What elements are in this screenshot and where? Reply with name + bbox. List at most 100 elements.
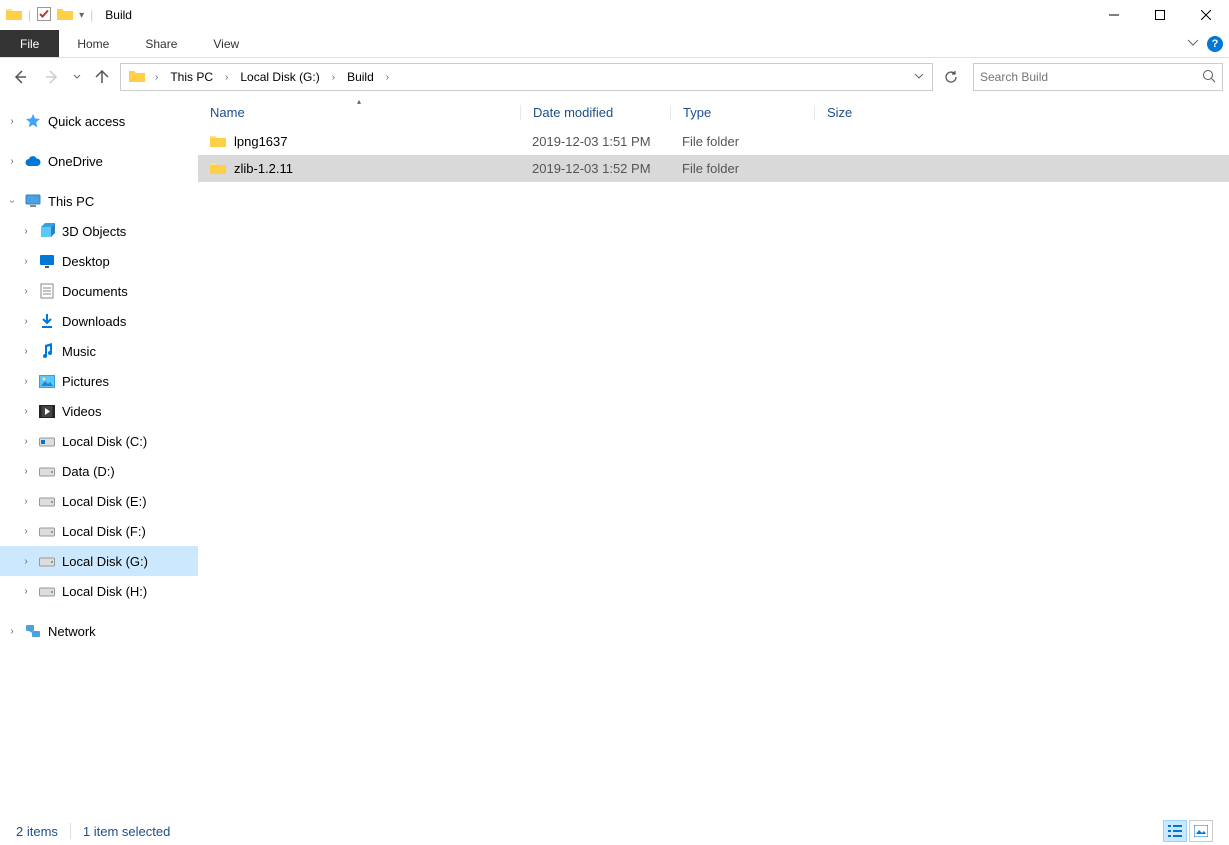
- column-date[interactable]: Date modified: [520, 105, 670, 120]
- file-tab[interactable]: File: [0, 30, 59, 57]
- drive-icon: [38, 495, 56, 507]
- folder-icon: [210, 134, 226, 150]
- chevron-right-icon[interactable]: ›: [20, 406, 32, 417]
- column-size[interactable]: Size: [814, 105, 914, 120]
- file-name: zlib-1.2.11: [234, 161, 293, 176]
- chevron-right-icon[interactable]: ›: [20, 586, 32, 597]
- tree-item[interactable]: › Local Disk (G:): [0, 546, 198, 576]
- column-type[interactable]: Type: [670, 105, 814, 120]
- qat-dropdown-icon[interactable]: ▾: [79, 10, 84, 21]
- tree-label: Quick access: [48, 114, 125, 129]
- chevron-right-icon[interactable]: ›: [6, 626, 18, 637]
- home-tab[interactable]: Home: [59, 30, 127, 57]
- column-name[interactable]: Name ▴: [198, 105, 520, 120]
- help-icon[interactable]: ?: [1207, 36, 1223, 52]
- tree-item[interactable]: › 3D Objects: [0, 216, 198, 246]
- cloud-icon: [24, 155, 42, 167]
- column-label: Name: [210, 105, 245, 120]
- breadcrumb-chevron[interactable]: ›: [382, 72, 393, 83]
- breadcrumb-chevron[interactable]: ›: [221, 72, 232, 83]
- chevron-right-icon[interactable]: ›: [6, 116, 18, 127]
- tree-item[interactable]: › Pictures: [0, 366, 198, 396]
- tree-item[interactable]: ›Videos: [0, 396, 198, 426]
- tree-label: Data (D:): [62, 464, 115, 479]
- maximize-button[interactable]: [1137, 0, 1183, 30]
- tree-item[interactable]: ›Local Disk (E:): [0, 486, 198, 516]
- chevron-right-icon[interactable]: ›: [20, 286, 32, 297]
- pictures-icon: [38, 375, 56, 388]
- chevron-right-icon[interactable]: ›: [20, 376, 32, 387]
- back-button[interactable]: [6, 63, 34, 91]
- network-icon: [24, 624, 42, 638]
- close-button[interactable]: [1183, 0, 1229, 30]
- tree-onedrive[interactable]: › OneDrive: [0, 146, 198, 176]
- details-view-button[interactable]: [1163, 820, 1187, 842]
- tree-quick-access[interactable]: › Quick access: [0, 106, 198, 136]
- tree-label: Local Disk (G:): [62, 554, 148, 569]
- documents-icon: [38, 283, 56, 299]
- address-dropdown[interactable]: [908, 70, 930, 84]
- breadcrumb-item-drive[interactable]: Local Disk (G:): [232, 64, 327, 90]
- separator: |: [90, 8, 93, 22]
- minimize-button[interactable]: [1091, 0, 1137, 30]
- tree-item[interactable]: ›Documents: [0, 276, 198, 306]
- view-tab[interactable]: View: [195, 30, 257, 57]
- window-title: Build: [105, 8, 132, 22]
- tree-item[interactable]: › Data (D:): [0, 456, 198, 486]
- breadcrumb-item-thispc[interactable]: This PC: [162, 64, 221, 90]
- chevron-right-icon[interactable]: ›: [20, 316, 32, 327]
- column-headers: Name ▴ Date modified Type Size: [198, 96, 1229, 128]
- folder-icon: [210, 161, 226, 177]
- share-tab[interactable]: Share: [127, 30, 195, 57]
- chevron-right-icon[interactable]: ›: [20, 256, 32, 267]
- status-selection: 1 item selected: [83, 824, 170, 839]
- chevron-right-icon[interactable]: ›: [20, 346, 32, 357]
- breadcrumb-chevron[interactable]: ›: [328, 72, 339, 83]
- refresh-button[interactable]: [937, 63, 965, 91]
- chevron-right-icon[interactable]: ›: [20, 496, 32, 507]
- search-input[interactable]: [980, 70, 1202, 84]
- breadcrumb-chevron[interactable]: ›: [151, 72, 162, 83]
- ribbon-expand-icon[interactable]: [1187, 36, 1199, 51]
- chevron-right-icon[interactable]: ›: [20, 526, 32, 537]
- tree-label: Music: [62, 344, 96, 359]
- tree-item[interactable]: › Desktop: [0, 246, 198, 276]
- up-button[interactable]: [88, 63, 116, 91]
- chevron-right-icon[interactable]: ›: [20, 466, 32, 477]
- title-bar: | ▾ | Build: [0, 0, 1229, 30]
- tree-this-pc[interactable]: › This PC: [0, 186, 198, 216]
- tree-network[interactable]: › Network: [0, 616, 198, 646]
- recent-dropdown[interactable]: [70, 63, 84, 91]
- tree-item[interactable]: › Music: [0, 336, 198, 366]
- downloads-icon: [38, 313, 56, 329]
- search-box[interactable]: [973, 63, 1223, 91]
- tree-item[interactable]: ›Downloads: [0, 306, 198, 336]
- thumbnails-view-button[interactable]: [1189, 820, 1213, 842]
- breadcrumb-item-folder[interactable]: Build: [339, 64, 382, 90]
- chevron-right-icon[interactable]: ›: [6, 156, 18, 167]
- chevron-right-icon[interactable]: ›: [20, 226, 32, 237]
- file-row[interactable]: lpng16372019-12-03 1:51 PMFile folder: [198, 128, 1229, 155]
- tree-label: Pictures: [62, 374, 109, 389]
- search-icon[interactable]: [1202, 69, 1216, 86]
- file-date: 2019-12-03 1:52 PM: [520, 161, 670, 176]
- drive-icon: [38, 465, 56, 477]
- qat-folder-icon[interactable]: [57, 7, 73, 23]
- tree-item[interactable]: ›Local Disk (C:): [0, 426, 198, 456]
- forward-button[interactable]: [38, 63, 66, 91]
- tree-label: 3D Objects: [62, 224, 126, 239]
- tree-label: Desktop: [62, 254, 110, 269]
- tree-item[interactable]: ›Local Disk (H:): [0, 576, 198, 606]
- drive-icon: [38, 555, 56, 567]
- computer-icon: [24, 194, 42, 208]
- file-list: Name ▴ Date modified Type Size lpng16372…: [198, 96, 1229, 817]
- chevron-right-icon[interactable]: ›: [20, 436, 32, 447]
- address-bar[interactable]: › This PC › Local Disk (G:) › Build ›: [120, 63, 933, 91]
- qat-checkbox-icon[interactable]: [37, 7, 51, 24]
- status-item-count: 2 items: [16, 824, 58, 839]
- tree-item[interactable]: ›Local Disk (F:): [0, 516, 198, 546]
- status-bar: 2 items 1 item selected: [0, 817, 1229, 845]
- chevron-down-icon[interactable]: ›: [7, 195, 18, 207]
- chevron-right-icon[interactable]: ›: [20, 556, 32, 567]
- file-row[interactable]: zlib-1.2.112019-12-03 1:52 PMFile folder: [198, 155, 1229, 182]
